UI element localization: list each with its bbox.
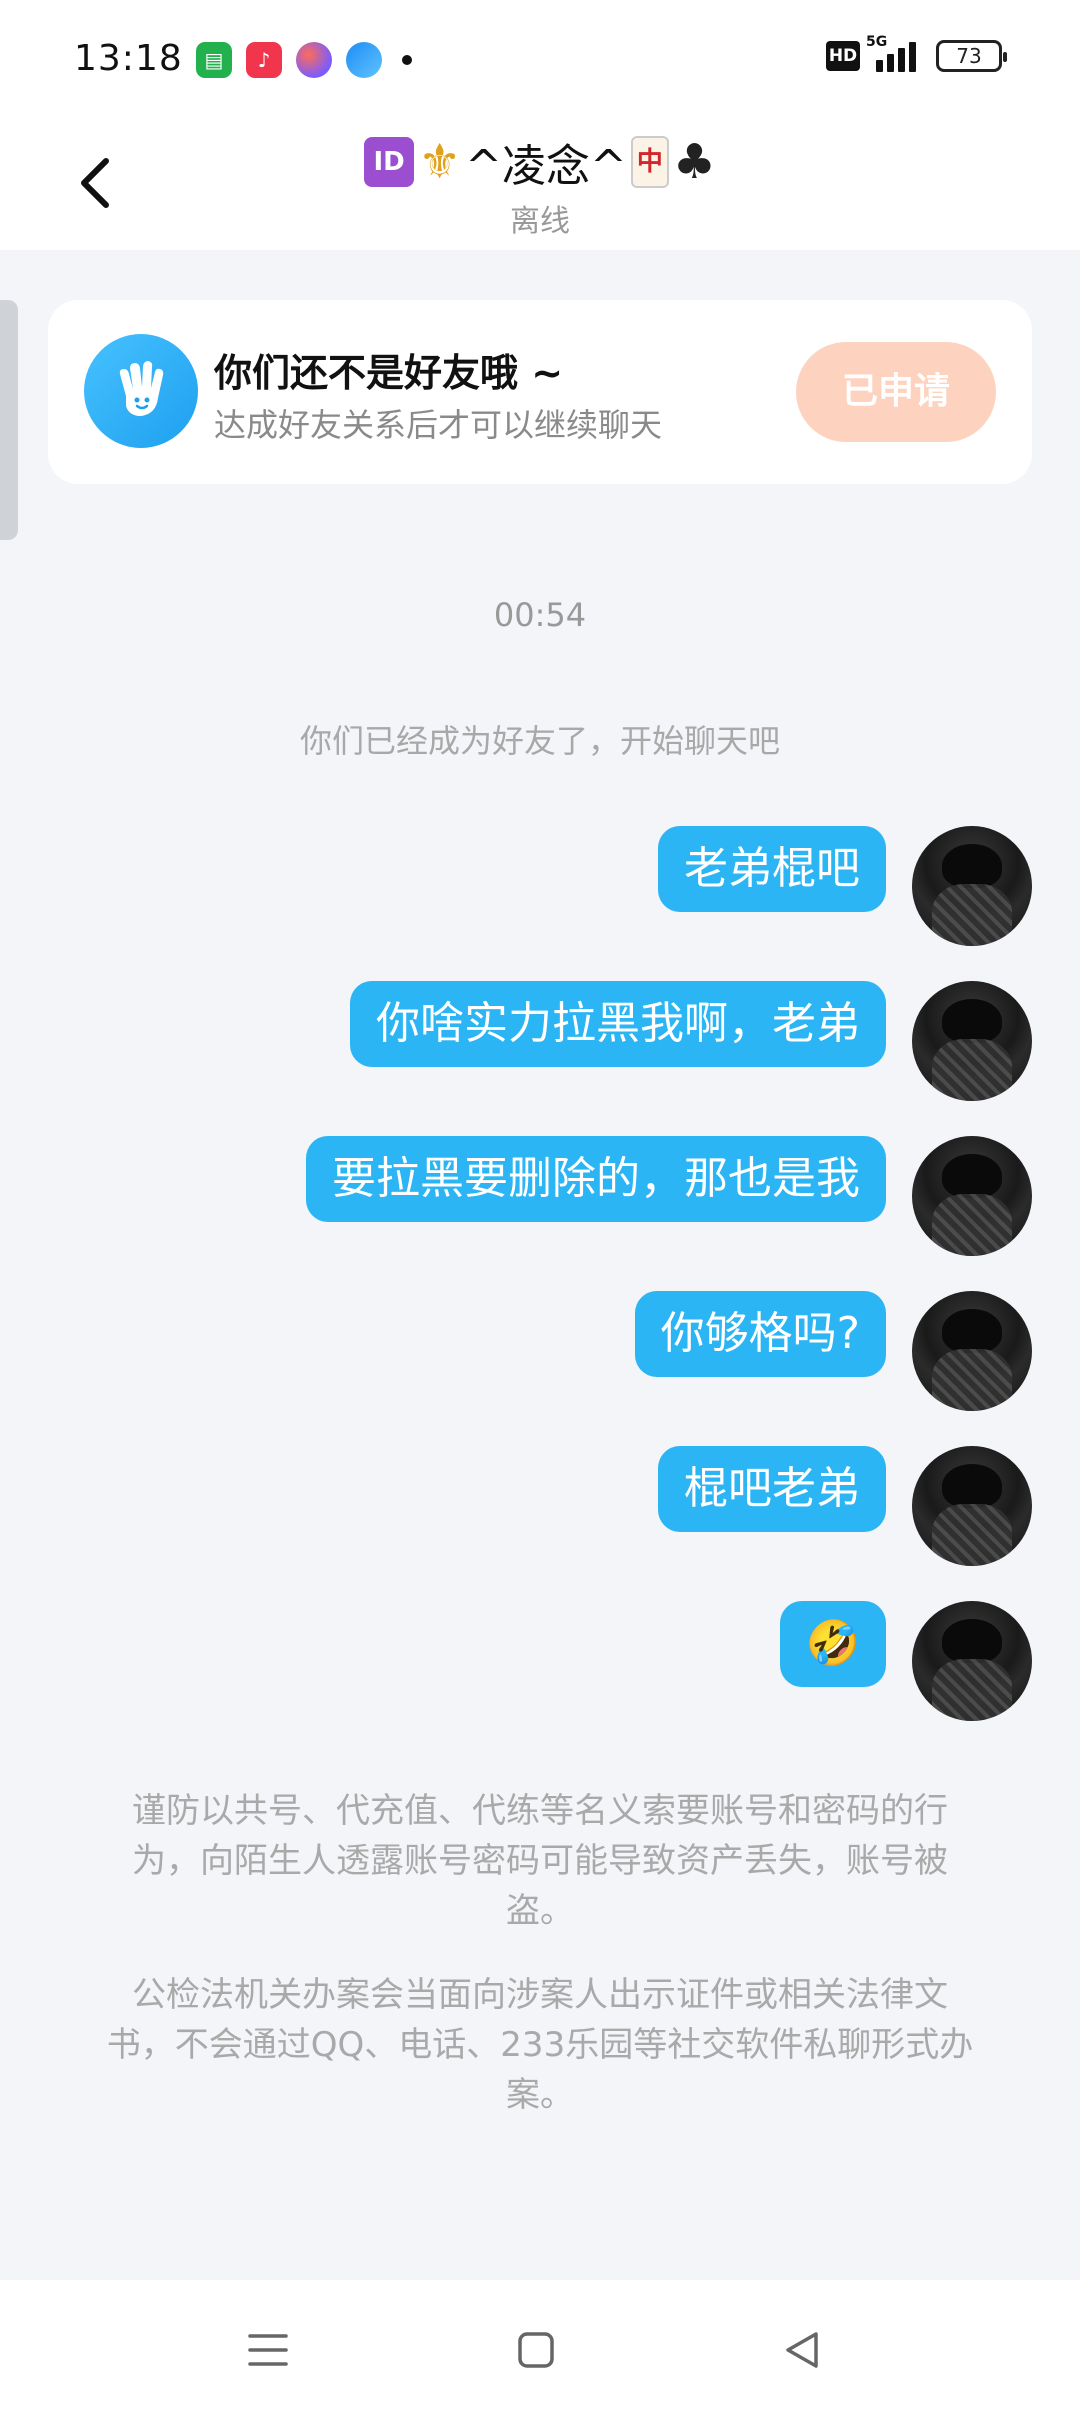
signal-icon: 5G [866,34,916,72]
system-icons: HD 5G 73 [826,34,1007,72]
more-notifications-icon [402,55,412,65]
browser-app-icon [346,42,382,78]
message-row: 你够格吗? [0,1291,1080,1411]
home-icon [518,2332,554,2368]
club-suit-icon: ♣ [672,134,716,190]
message-row: 老弟棍吧 [0,826,1080,946]
system-message: 你们已经成为好友了，开始聊天吧 [299,722,780,760]
legal-warning-text: 公检法机关办案会当面向涉案人出示证件或相关法律文书，不会通过QQ、电话、233乐… [106,1975,974,2115]
chat-header: ID ⚜ ^凌念^ 中 ♣ 离线 [0,120,1080,250]
notification-icons: ▤ ♪ [196,42,412,78]
message-bubble[interactable]: 你够格吗? [634,1291,886,1377]
message-row: 棍吧老弟 [0,1446,1080,1566]
mahjong-tile-icon: 中 [630,136,669,188]
message-row: 🤣 [0,1601,1080,1721]
back-triangle-icon [786,2332,818,2368]
avatar[interactable] [912,1446,1032,1566]
home-button[interactable] [506,2320,566,2380]
friend-request-card: 你们还不是好友哦 ~ 达成好友关系后才可以继续聊天 已申请 [48,300,1032,484]
menu-icon [248,2334,288,2366]
scroll-indicator[interactable] [0,300,18,540]
emoji-message-bubble[interactable]: 🤣 [780,1601,886,1687]
header-title-block: ID ⚜ ^凌念^ 中 ♣ 离线 [0,130,1080,240]
ID-badge-icon: ID [364,137,415,187]
card-title: 你们还不是好友哦 ~ [214,351,564,395]
message-bubble[interactable]: 要拉黑要删除的，那也是我 [306,1136,886,1222]
green-app-icon: ▤ [196,42,232,78]
status-bar: 13:18 ▤ ♪ HD 5G 73 [0,0,1080,120]
message-bubble[interactable]: 棍吧老弟 [658,1446,886,1532]
status-time: 13:18 [74,38,183,79]
card-subtitle: 达成好友关系后才可以继续聊天 [214,406,663,444]
message-timestamp: 00:54 [493,596,587,634]
hd-badge: HD [826,41,860,71]
applied-button[interactable]: 已申请 [796,342,996,442]
contact-name[interactable]: ID ⚜ ^凌念^ 中 ♣ [364,130,716,194]
paint-app-icon [296,42,332,78]
contact-name-text: ^凌念^ [465,141,627,192]
wave-hand-icon [84,334,198,448]
avatar[interactable] [912,1291,1032,1411]
message-row: 你啥实力拉黑我啊，老弟 [0,981,1080,1101]
battery-icon: 73 [936,40,1007,72]
fleur-de-lis-icon: ⚜ [418,134,462,190]
avatar[interactable] [912,826,1032,946]
back-nav-button[interactable] [772,2320,832,2380]
avatar[interactable] [912,1601,1032,1721]
safety-warning-text: 谨防以共号、代充值、代练等名义索要账号和密码的行为，向陌生人透露账号密码可能导致… [132,1791,948,1931]
message-row: 要拉黑要删除的，那也是我 [0,1136,1080,1256]
music-app-icon: ♪ [246,42,282,78]
avatar[interactable] [912,1136,1032,1256]
message-bubble[interactable]: 你啥实力拉黑我啊，老弟 [350,981,886,1067]
online-status: 离线 [510,204,570,239]
network-type-label: 5G [866,34,888,50]
message-bubble[interactable]: 老弟棍吧 [658,826,886,912]
menu-button[interactable] [238,2320,298,2380]
battery-level: 73 [956,44,982,68]
system-navigation-bar [0,2280,1080,2412]
avatar[interactable] [912,981,1032,1101]
